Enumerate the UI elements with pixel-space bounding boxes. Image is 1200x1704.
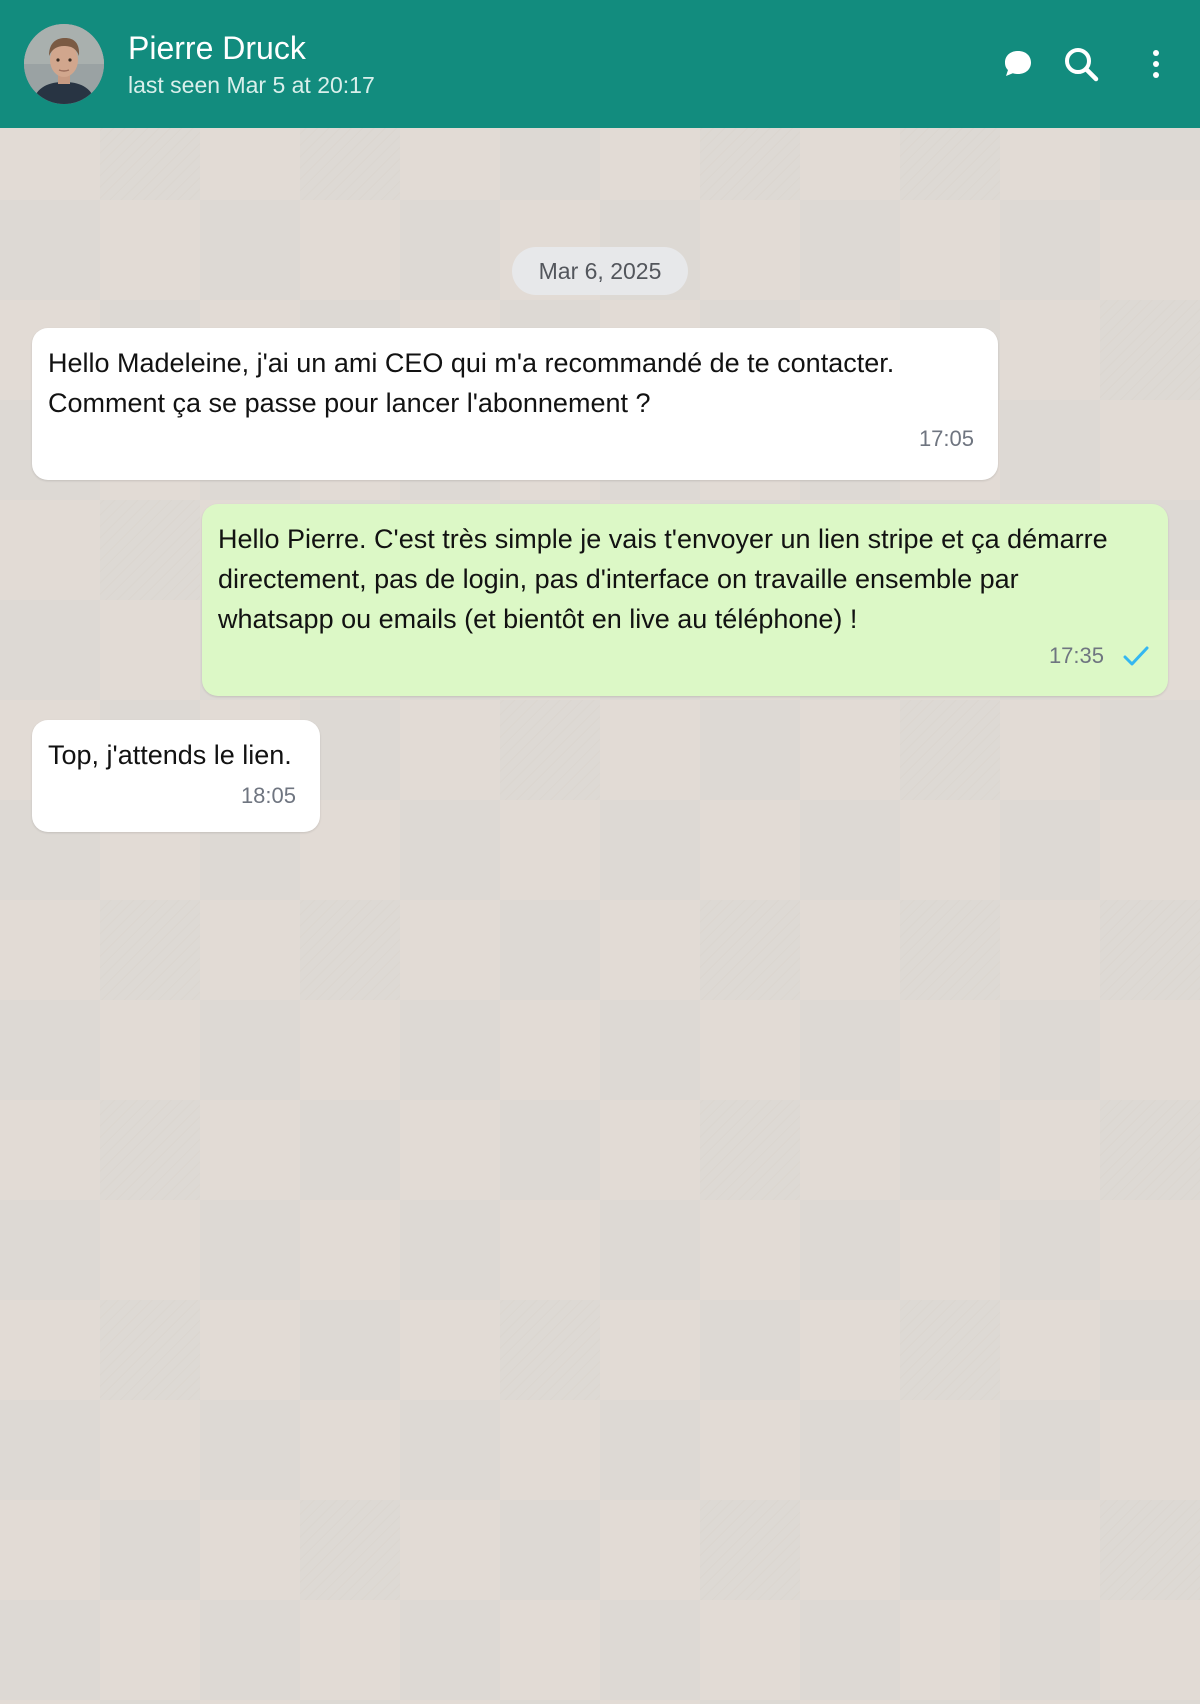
message-time: 17:05 — [918, 426, 974, 451]
search-icon[interactable] — [1057, 40, 1105, 88]
message-time: 18:05 — [240, 783, 296, 808]
message-bubble-outgoing[interactable]: Hello Pierre. C'est très simple je vais … — [202, 504, 1168, 696]
message-line: Hello Pierre. C'est très simple je vais … — [218, 524, 1108, 554]
avatar-photo — [24, 24, 104, 104]
message-line: Top, j'attends le lien. — [48, 740, 292, 770]
message-time: 17:35 — [1048, 643, 1104, 668]
chat-header: Pierre Druck last seen Mar 5 at 20:17 — [0, 0, 1200, 128]
more-vertical-icon[interactable] — [1132, 40, 1180, 88]
contact-avatar[interactable] — [24, 24, 104, 104]
message-line: directement, pas de login, pas d'interfa… — [218, 564, 1019, 594]
contact-info[interactable]: Pierre Druck last seen Mar 5 at 20:17 — [128, 28, 375, 100]
message-line: Comment ça se passe pour lancer l'abonne… — [48, 388, 651, 418]
last-seen-status: last seen Mar 5 at 20:17 — [128, 72, 375, 98]
chat-bubble-icon[interactable] — [994, 40, 1042, 88]
message-bubble-incoming[interactable]: Top, j'attends le lien. 18:05 — [32, 720, 320, 832]
message-bubble-incoming[interactable]: Hello Madeleine, j'ai un ami CEO qui m'a… — [32, 328, 998, 480]
date-separator: Mar 6, 2025 — [512, 247, 688, 295]
contact-name: Pierre Druck — [128, 30, 306, 66]
message-line: whatsapp ou emails (et bientôt en live a… — [218, 604, 858, 634]
single-check-icon — [1123, 646, 1149, 666]
chat-area[interactable]: Mar 6, 2025 Hello Madeleine, j'ai un ami… — [0, 128, 1200, 1704]
message-line: Hello Madeleine, j'ai un ami CEO qui m'a… — [48, 348, 895, 378]
